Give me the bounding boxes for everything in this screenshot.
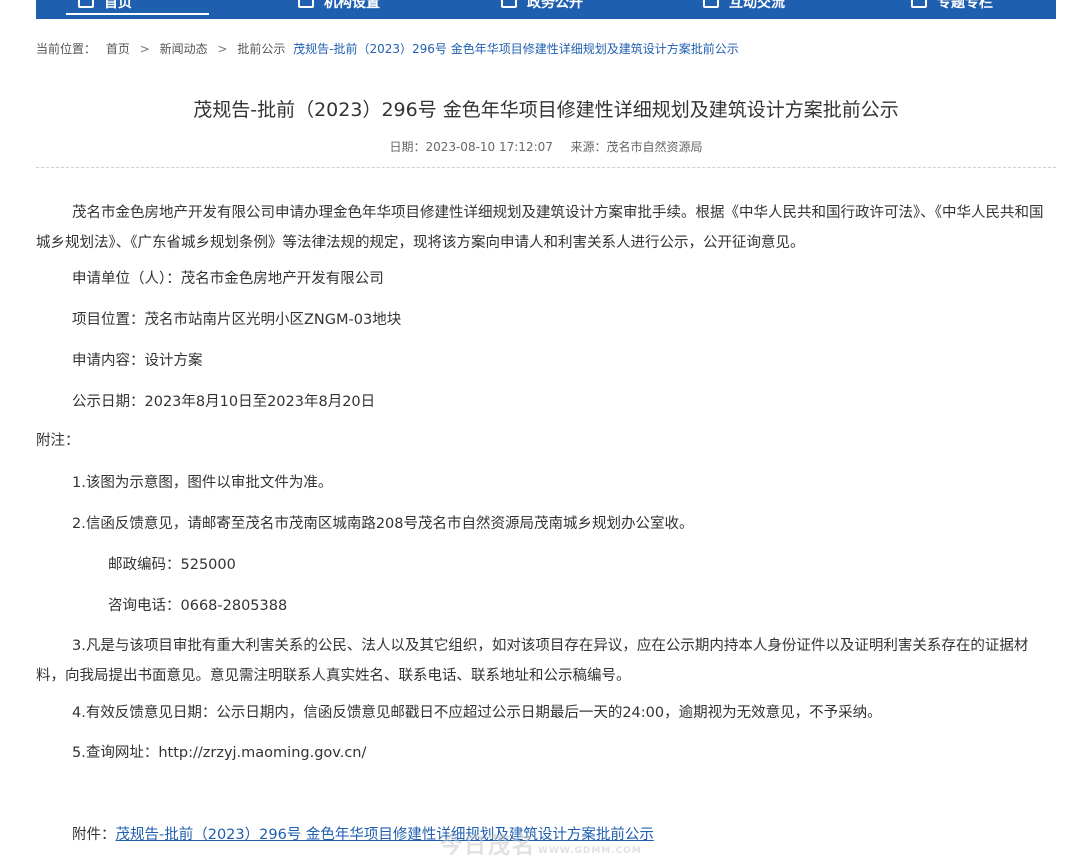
article-source: 来源：茂名市自然资源局 (570, 140, 703, 154)
note-3: 3.凡是与该项目审批有重大利害关系的公民、法人以及其它组织，如对该项目存在异议，… (36, 638, 1029, 684)
intro-paragraph: 茂名市金色房地产开发有限公司申请办理金色年华项目修建性详细规划及建筑设计方案审批… (36, 205, 1044, 251)
document-icon (501, 0, 517, 8)
attachment-label: 附件： (72, 827, 116, 843)
nav-item-label: 机构设置 (324, 0, 380, 11)
nav-active-indicator (66, 13, 209, 15)
content-line: 申请内容：设计方案 (72, 353, 203, 369)
note-4: 4.有效反馈意见日期：公示日期内，信函反馈意见邮戳日不应超过公示日期最后一天的2… (72, 705, 882, 721)
chat-icon (703, 0, 719, 8)
note-1: 1.该图为示意图，图件以审批文件为准。 (72, 475, 333, 491)
watermark-text: 今日茂名 (440, 834, 537, 859)
breadcrumb-current[interactable]: 茂规告-批前（2023）296号 金色年华项目修建性详细规划及建筑设计方案批前公… (293, 40, 739, 57)
applicant-line: 申请单位（人）：茂名市金色房地产开发有限公司 (72, 271, 384, 287)
nav-item-label: 互动交流 (729, 0, 785, 11)
breadcrumb-separator: > (139, 42, 150, 56)
breadcrumb-prefix: 当前位置： (36, 42, 97, 56)
breadcrumb-link-news[interactable]: 新闻动态 (160, 40, 208, 57)
building-icon (298, 0, 314, 8)
phone-line: 咨询电话：0668-2805388 (108, 598, 288, 614)
breadcrumb-link-prenotice[interactable]: 批前公示 (237, 40, 285, 57)
postcode-line: 邮政编码：525000 (108, 557, 236, 573)
period-line: 公示日期：2023年8月10日至2023年8月20日 (72, 394, 376, 410)
breadcrumb: 当前位置： 首页 > 新闻动态 > 批前公示 茂规告-批前（2023）296号 … (36, 40, 739, 57)
nav-item-label: 首页 (104, 0, 132, 11)
breadcrumb-link-home[interactable]: 首页 (106, 40, 130, 57)
top-navigation-bar: 首页 机构设置 政务公开 互动交流 专题专栏 (36, 0, 1056, 19)
notes-label: 附注： (36, 433, 80, 449)
nav-item-label: 专题专栏 (937, 0, 993, 11)
title-divider (36, 167, 1056, 168)
watermark-logo: 今日茂名 WWW.GDMM.COM (440, 828, 642, 860)
article-date: 日期：2023-08-10 17:12:07 (389, 140, 553, 154)
note-5: 5.查询网址：http://zrzyj.maoming.gov.cn/ (72, 745, 367, 761)
page-title: 茂规告-批前（2023）296号 金色年华项目修建性详细规划及建筑设计方案批前公… (193, 99, 899, 121)
watermark-sub: WWW.GDMM.COM (538, 846, 642, 856)
bookmark-icon (911, 0, 927, 8)
article-meta: 日期：2023-08-10 17:12:07 来源：茂名市自然资源局 (36, 138, 1056, 155)
breadcrumb-separator: > (217, 42, 228, 56)
home-icon (78, 0, 94, 8)
nav-item-label: 政务公开 (527, 0, 583, 11)
note-2: 2.信函反馈意见，请邮寄至茂名市茂南区城南路208号茂名市自然资源局茂南城乡规划… (72, 516, 694, 532)
location-line: 项目位置：茂名市站南片区光明小区ZNGM-03地块 (72, 312, 402, 328)
